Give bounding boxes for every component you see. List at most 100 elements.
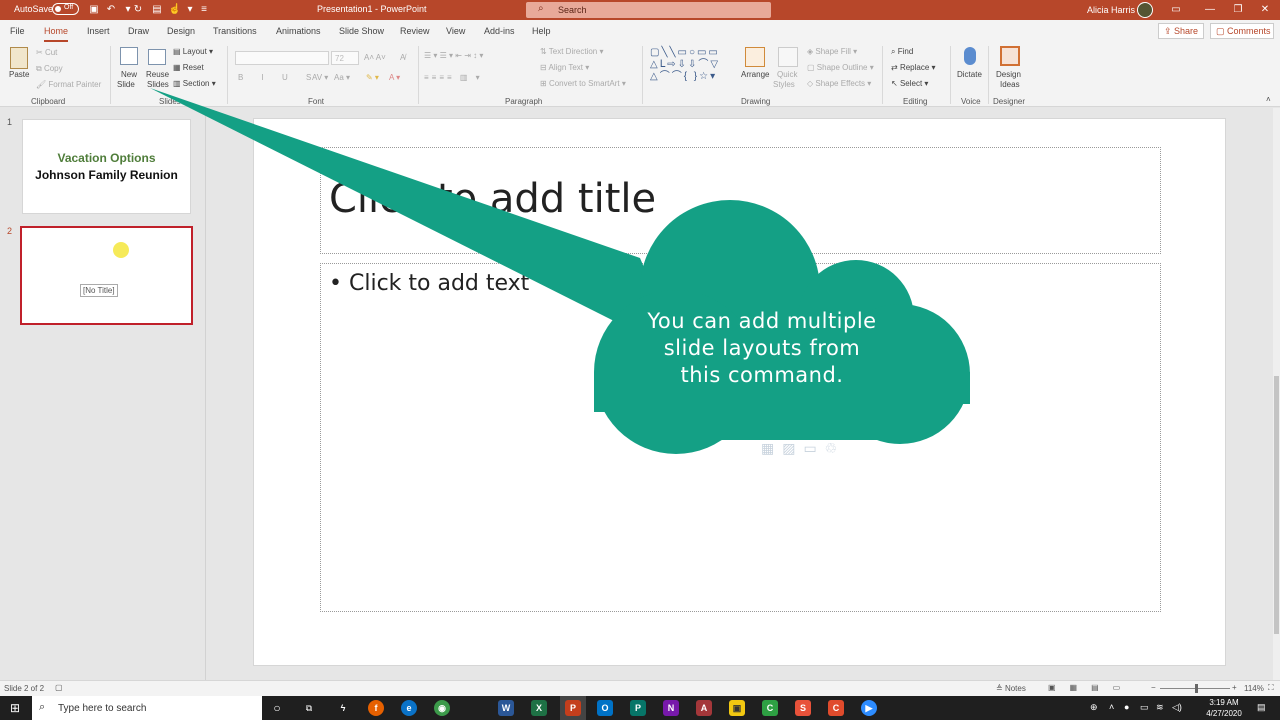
word-icon[interactable]: W — [498, 700, 514, 716]
tab-review[interactable]: Review — [400, 26, 430, 36]
font-name-combo[interactable] — [235, 51, 329, 65]
shape-outline-button[interactable]: ▢ Shape Outline ▾ — [807, 63, 874, 72]
font-style-buttons[interactable]: B I U S — [238, 73, 319, 82]
collapse-ribbon-icon[interactable]: ˄ — [1266, 95, 1271, 104]
select-button[interactable]: ↖ Select ▾ — [891, 79, 928, 88]
tab-view[interactable]: View — [446, 26, 465, 36]
dictate-label[interactable]: Dictate — [957, 70, 982, 79]
shape-fill-button[interactable]: ◈ Shape Fill ▾ — [807, 47, 857, 56]
excel-icon[interactable]: X — [531, 700, 547, 716]
convert-smartart-button[interactable]: ⊞ Convert to SmartArt ▾ — [540, 79, 626, 88]
taskbar-search[interactable]: ⌕ Type here to search — [32, 696, 262, 720]
notes-button[interactable]: ≜ Notes — [996, 684, 1026, 693]
paste-icon[interactable] — [10, 47, 28, 69]
find-button[interactable]: ⌕ Find — [891, 47, 913, 57]
slide-thumbnail-2[interactable]: [No Title] — [20, 226, 193, 325]
search-box[interactable]: ⌕ Search — [526, 2, 771, 18]
tab-insert[interactable]: Insert — [87, 26, 110, 36]
slide-canvas[interactable]: Click to add title • Click to add text ▦… — [253, 118, 1226, 666]
outlook-icon[interactable]: O — [597, 700, 613, 716]
view-buttons[interactable]: ▣▦▤▭ — [1048, 683, 1134, 692]
autosave-toggle[interactable]: Off — [52, 3, 79, 15]
clear-format-icon[interactable]: A̸ — [400, 53, 405, 62]
design-ideas-label-2[interactable]: Ideas — [1000, 80, 1020, 89]
chrome-icon[interactable]: ◉ — [434, 700, 450, 716]
save-icon[interactable]: ▣ — [87, 3, 101, 17]
vertical-scrollbar[interactable] — [1273, 108, 1280, 680]
tab-transitions[interactable]: Transitions — [213, 26, 257, 36]
character-spacing-icon[interactable]: AV ▾ — [312, 73, 328, 82]
fit-slide-icon[interactable]: ⛶ — [1268, 683, 1274, 693]
snagit-icon[interactable]: S — [795, 700, 811, 716]
recorder-icon[interactable]: C — [828, 700, 844, 716]
cortana-icon[interactable]: ○ — [269, 700, 285, 716]
close-icon[interactable]: ✕ — [1255, 2, 1275, 18]
zoom-app-icon[interactable]: ▶ — [861, 700, 877, 716]
cut-button[interactable]: ✂ Cut — [36, 48, 57, 57]
tab-animations[interactable]: Animations — [276, 26, 321, 36]
highlight-icon[interactable]: ✎ ▾ — [366, 73, 379, 82]
bolt-app-icon[interactable]: ϟ — [335, 700, 351, 716]
insert-content-icons[interactable]: ▦▨▭♲ — [761, 440, 845, 457]
format-painter-button[interactable]: 🖌 Format Painter — [36, 80, 101, 89]
design-ideas-label-1[interactable]: Design — [996, 70, 1021, 79]
reset-button[interactable]: ▦ Reset — [173, 63, 204, 72]
microphone-tray-icon[interactable]: ● — [1124, 702, 1129, 712]
edge-icon[interactable]: e — [401, 700, 417, 716]
minimize-icon[interactable]: — — [1200, 2, 1220, 18]
design-ideas-icon[interactable] — [1000, 46, 1020, 66]
access-icon[interactable]: A — [696, 700, 712, 716]
display-icon[interactable]: ▭ — [1140, 702, 1149, 713]
windows-start-icon[interactable]: ⊞ — [10, 701, 20, 715]
tab-help[interactable]: Help — [532, 26, 551, 36]
zoom-slider-thumb[interactable] — [1195, 684, 1199, 693]
present-icon[interactable]: ▤ — [150, 3, 164, 17]
avatar[interactable] — [1137, 2, 1153, 18]
slide-thumbnail-1[interactable]: Vacation Options Johnson Family Reunion — [22, 119, 191, 214]
reuse-slides-label-2[interactable]: Slides — [147, 80, 169, 89]
maximize-icon[interactable]: ❐ — [1228, 2, 1248, 18]
font-color-icon[interactable]: A ▾ — [389, 73, 400, 82]
publisher-icon[interactable]: P — [630, 700, 646, 716]
more-commands-icon[interactable]: ≡ — [197, 3, 211, 17]
volume-icon[interactable]: ◁) — [1172, 702, 1182, 713]
notifications-icon[interactable]: ▤ — [1257, 702, 1266, 713]
onenote-icon[interactable]: N — [663, 700, 679, 716]
reuse-slides-icon[interactable] — [148, 49, 166, 65]
user-name[interactable]: Alicia Harris — [1087, 5, 1135, 15]
customize-qat-icon[interactable]: ▾ — [183, 3, 197, 17]
camtasia-icon[interactable]: C — [762, 700, 778, 716]
quick-styles-label-2[interactable]: Styles — [773, 80, 795, 89]
undo-icon[interactable]: ↶ — [104, 3, 118, 17]
wifi-icon[interactable]: ≋ — [1156, 702, 1164, 713]
accessibility-icon[interactable]: ▢ — [55, 683, 63, 692]
arrange-icon[interactable] — [745, 47, 765, 67]
title-placeholder[interactable]: Click to add title — [320, 147, 1161, 254]
reuse-slides-label-1[interactable]: Reuse — [146, 70, 169, 79]
powerpoint-taskbar-button[interactable]: P — [560, 696, 586, 720]
tab-design[interactable]: Design — [167, 26, 195, 36]
align-buttons[interactable]: ≡≡≡≡ ▥ ▾ — [424, 73, 483, 82]
ribbon-display-icon[interactable]: ▭ — [1166, 2, 1186, 18]
tab-file[interactable]: File — [10, 26, 25, 36]
align-text-button[interactable]: ⊟ Align Text ▾ — [540, 63, 589, 72]
new-slide-label-1[interactable]: New — [121, 70, 137, 79]
share-button[interactable]: ⇪ Share — [1158, 23, 1204, 39]
font-size-combo[interactable]: 72 — [331, 51, 359, 65]
comments-button[interactable]: ▢ Comments — [1210, 23, 1274, 39]
zoom-out-icon[interactable]: − — [1151, 683, 1156, 692]
paste-button[interactable]: Paste — [9, 70, 29, 79]
zoom-in-icon[interactable]: + — [1232, 683, 1237, 692]
store-icon[interactable]: ▣ — [729, 700, 745, 716]
zoom-level[interactable]: 114% — [1244, 684, 1264, 693]
quick-styles-icon[interactable] — [778, 47, 798, 67]
new-slide-icon[interactable] — [120, 47, 138, 65]
change-case-icon[interactable]: Aa ▾ — [334, 73, 350, 82]
firefox-icon[interactable]: f — [368, 700, 384, 716]
layout-button[interactable]: ▤ Layout ▾ — [173, 47, 213, 56]
tray-chevron-icon[interactable]: ˄ — [1109, 702, 1114, 712]
tab-slide-show[interactable]: Slide Show — [339, 26, 384, 36]
grow-font-icon[interactable]: A˄ A˅ — [364, 53, 386, 62]
scrollbar-thumb[interactable] — [1274, 376, 1279, 634]
shape-effects-button[interactable]: ◇ Shape Effects ▾ — [807, 79, 871, 88]
